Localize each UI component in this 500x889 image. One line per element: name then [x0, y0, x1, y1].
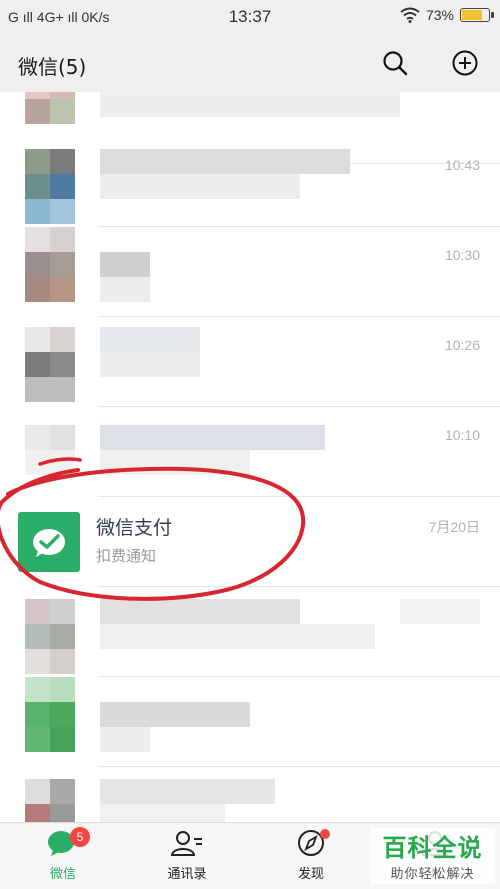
chat-time: 10:10 — [444, 427, 480, 443]
chat-list[interactable]: 10:43 10:30 10:26 10:10 微信支付 扣费通知 7月20日 — [0, 92, 500, 822]
chat-time: 10:26 — [444, 337, 480, 353]
page-title: 微信(5) — [18, 55, 87, 79]
unread-badge: 5 — [70, 827, 90, 847]
chat-row[interactable]: 10:26 — [0, 317, 500, 407]
tab-contacts[interactable]: 通讯录 — [142, 829, 232, 882]
wifi-icon — [400, 7, 420, 23]
header: 微信(5) — [0, 34, 500, 92]
notification-dot — [320, 829, 330, 839]
contacts-icon — [170, 831, 202, 856]
tab-label: 发现 — [297, 867, 324, 882]
chat-row[interactable] — [0, 767, 500, 822]
tab-chats[interactable]: 5 微信 — [18, 827, 108, 882]
chat-time: 7月20日 — [428, 519, 480, 535]
chat-time: 10:30 — [444, 247, 480, 263]
battery-percent: 73% — [425, 7, 454, 23]
status-bar: G ıll 4G+ ıll 0K/s 13:37 73% — [0, 0, 500, 34]
chat-name: 微信支付 — [96, 517, 173, 539]
chat-time: 10:43 — [444, 157, 480, 173]
chat-row[interactable]: 10:30 — [0, 227, 500, 317]
chat-row-wechat-pay[interactable]: 微信支付 扣费通知 7月20日 — [0, 497, 500, 587]
tab-label: 微信 — [49, 867, 76, 882]
plus-circle-icon[interactable] — [450, 48, 480, 78]
watermark: 百科全说 助你轻松解决 — [370, 828, 495, 884]
wechat-pay-icon — [18, 512, 80, 572]
status-right: 73% — [400, 7, 494, 23]
chat-subtitle: 扣费通知 — [96, 547, 157, 565]
chat-row[interactable] — [0, 677, 500, 767]
chat-row[interactable] — [0, 587, 500, 677]
chat-row[interactable]: 10:43 — [0, 137, 500, 227]
tab-label: 通讯录 — [167, 867, 207, 882]
watermark-subtitle: 助你轻松解决 — [390, 867, 475, 882]
watermark-title: 百科全说 — [382, 834, 483, 862]
battery-icon — [460, 8, 494, 22]
chat-row[interactable]: 10:10 — [0, 407, 500, 497]
search-icon[interactable] — [380, 48, 410, 78]
tab-discover[interactable]: 发现 — [266, 829, 356, 882]
